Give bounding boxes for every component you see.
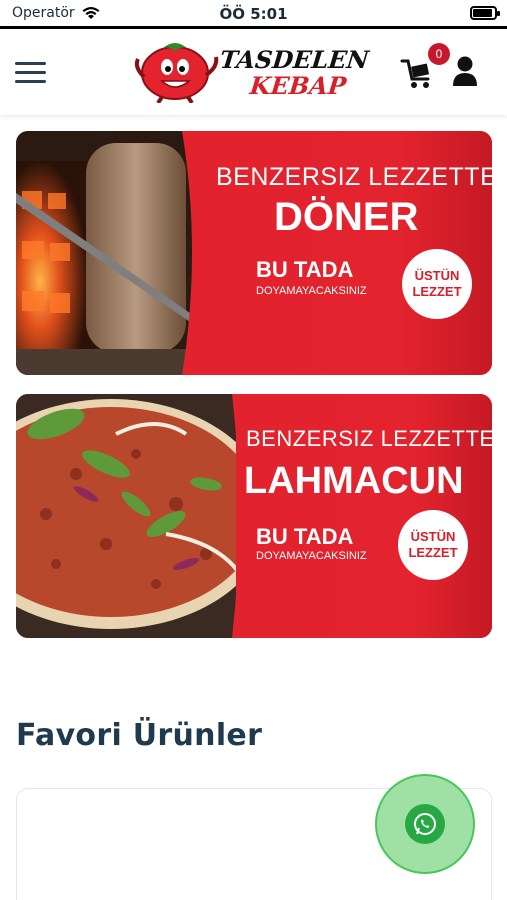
lahmacun-product-name: LAHMACUN <box>244 460 464 502</box>
promo-banner-doner[interactable]: BENZERSIZ LEZZETTE DÖNER BU TADA DOYAMAY… <box>16 131 492 375</box>
cart-button[interactable]: 0 <box>400 43 450 88</box>
tomato-mascot-icon <box>134 43 219 103</box>
lahmacun-quality-badge: ÜSTÜN LEZZET <box>398 510 468 580</box>
menu-icon[interactable] <box>15 62 46 84</box>
status-time: ÖÖ 5:01 <box>219 5 288 23</box>
logo-line-1: TASDELEN <box>218 45 371 74</box>
lahmacun-tagline: BU TADA <box>256 524 354 549</box>
badge-line-1: ÜSTÜN <box>410 529 456 544</box>
promo-banner-lahmacun[interactable]: BENZERSIZ LEZZETTE LAHMACUN BU TADA DOYA… <box>16 394 492 638</box>
status-bar: Operatör ÖÖ 5:01 <box>0 0 507 28</box>
account-button[interactable] <box>452 55 478 87</box>
whatsapp-button[interactable] <box>375 774 475 874</box>
doner-product-name: DÖNER <box>274 195 419 239</box>
cart-icon <box>400 59 430 88</box>
whatsapp-icon <box>405 804 445 844</box>
app-header: TASDELEN KEBAP 0 <box>0 29 507 115</box>
cart-count-badge: 0 <box>428 43 450 65</box>
doner-headline: BENZERSIZ LEZZETTE <box>216 163 492 191</box>
doner-tagline: BU TADA <box>256 257 354 282</box>
lahmacun-subline: DOYAMAYACAKSINIZ <box>256 550 367 562</box>
lahmacun-headline: BENZERSIZ LEZZETTE <box>246 426 492 451</box>
favorites-section-title: Favori Ürünler <box>16 718 263 753</box>
doner-subline: DOYAMAYACAKSINIZ <box>256 285 367 297</box>
badge-line-2: LEZZET <box>412 284 462 299</box>
banner-curve <box>182 131 212 375</box>
logo-line-2: KEBAP <box>248 71 348 100</box>
battery-icon <box>470 6 500 20</box>
brand-logo[interactable]: TASDELEN KEBAP <box>132 37 372 103</box>
user-icon <box>453 56 477 86</box>
badge-line-2: LEZZET <box>408 545 458 560</box>
badge-line-1: ÜSTÜN <box>414 268 460 283</box>
doner-quality-badge: ÜSTÜN LEZZET <box>402 249 472 319</box>
